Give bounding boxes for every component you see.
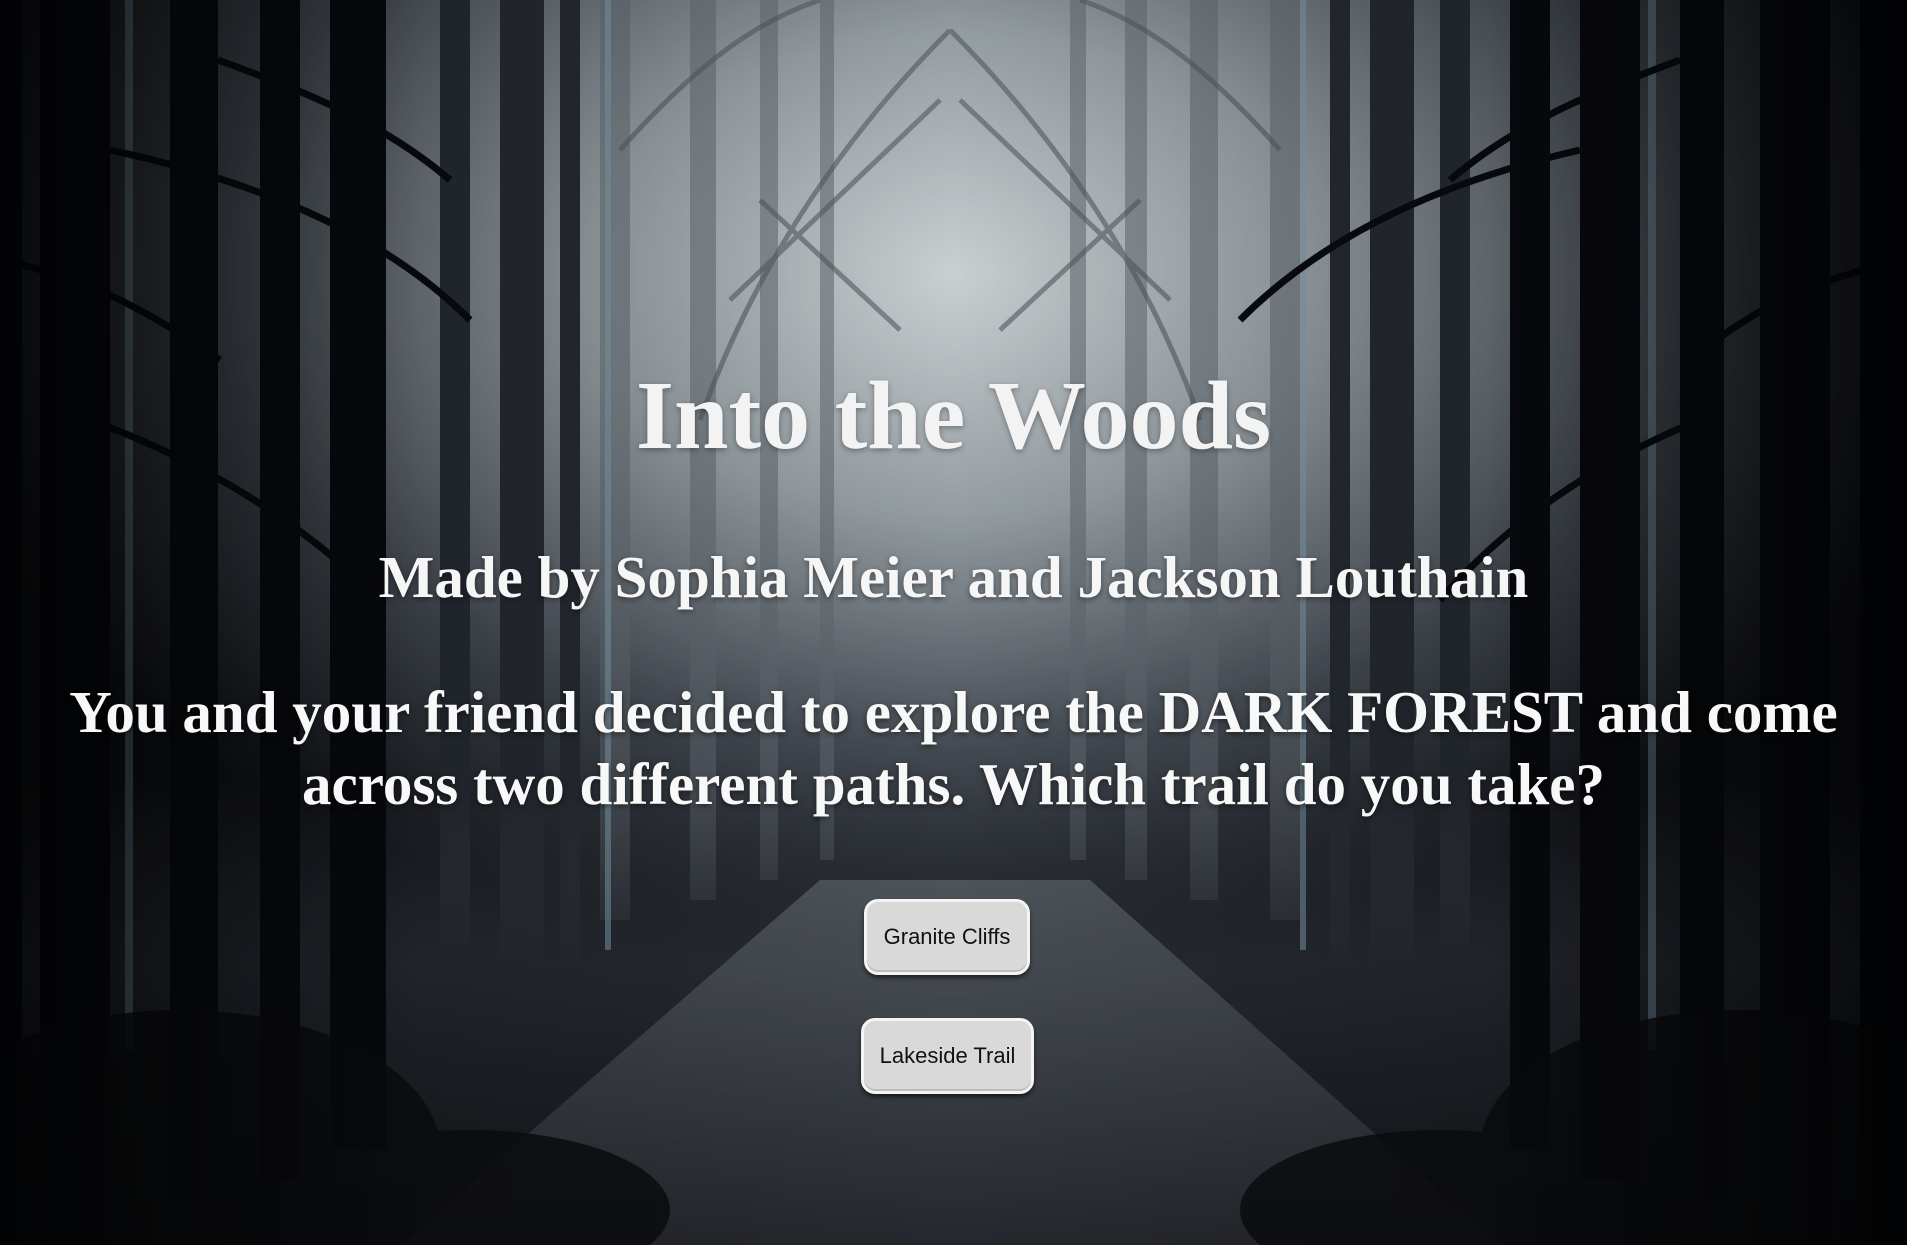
granite-cliffs-button[interactable]: Granite Cliffs <box>864 899 1030 975</box>
page-title: Into the Woods <box>635 362 1272 470</box>
lakeside-trail-button[interactable]: Lakeside Trail <box>861 1018 1034 1094</box>
main-content: Into the Woods Made by Sophia Meier and … <box>0 0 1907 1245</box>
author-byline: Made by Sophia Meier and Jackson Louthai… <box>378 544 1529 610</box>
story-prompt: You and your friend decided to explore t… <box>69 679 1838 817</box>
